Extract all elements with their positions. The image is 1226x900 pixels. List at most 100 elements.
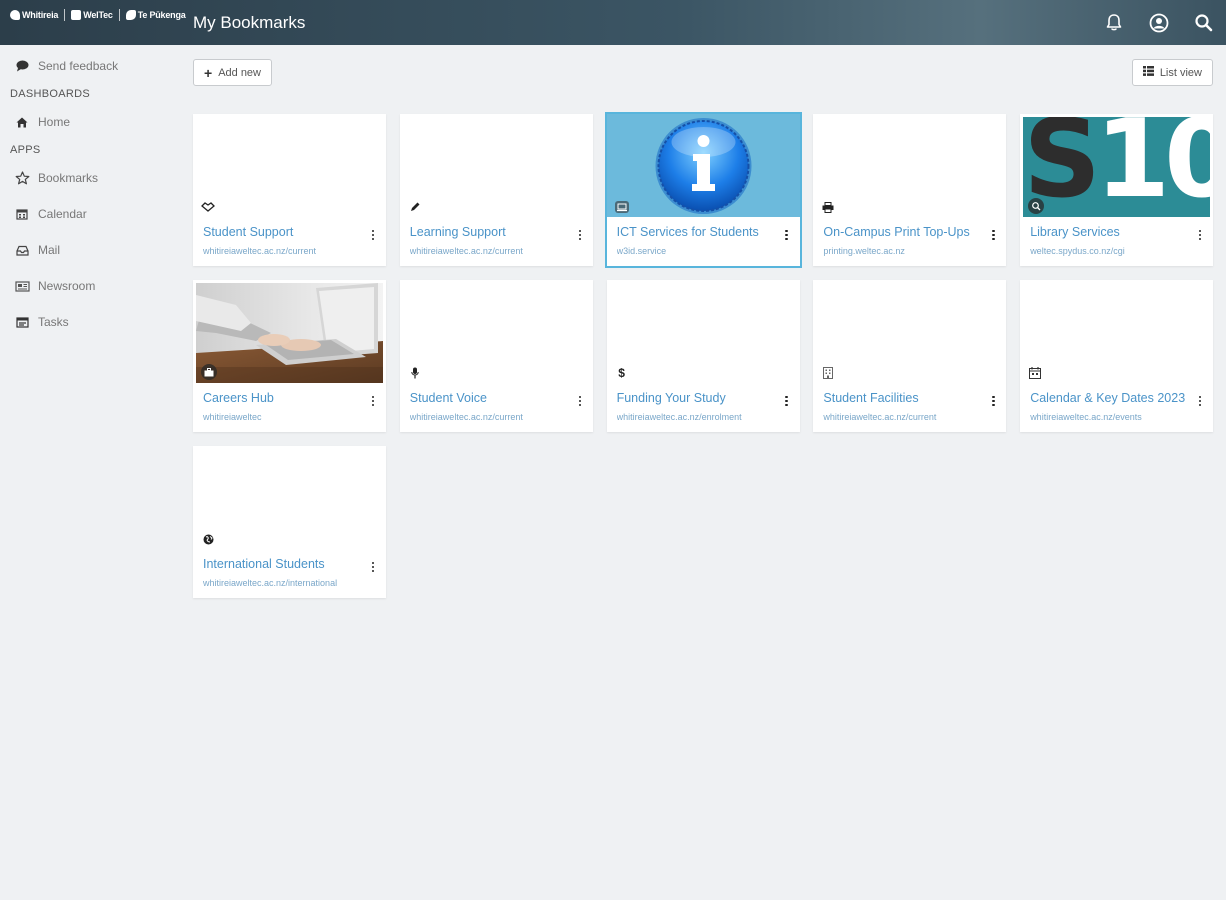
bookmark-card[interactable]: Learning Support whitireiaweltec.ac.nz/c… bbox=[399, 114, 593, 266]
bookmark-card[interactable]: Calendar & Key Dates 2023 whitireiawelte… bbox=[1020, 280, 1214, 432]
briefcase-icon bbox=[201, 364, 217, 380]
sidebar-item-newsroom[interactable]: Newsroom bbox=[0, 268, 180, 304]
more-options-icon[interactable] bbox=[990, 228, 996, 242]
more-options-icon[interactable] bbox=[370, 394, 376, 408]
list-view-button[interactable]: List view bbox=[1131, 59, 1213, 86]
weltec-logo: WelTec bbox=[71, 10, 113, 20]
bookmark-title[interactable]: Funding Your Study bbox=[617, 391, 777, 405]
home-label: Home bbox=[38, 115, 71, 129]
more-options-icon[interactable] bbox=[784, 394, 790, 408]
page-title: My Bookmarks bbox=[193, 13, 306, 32]
newspaper-icon bbox=[14, 279, 30, 293]
bookmark-title[interactable]: International Students bbox=[203, 557, 363, 571]
add-new-label: Add new bbox=[218, 66, 261, 79]
more-options-icon[interactable] bbox=[370, 560, 376, 574]
bookmark-title[interactable]: Student Support bbox=[203, 225, 363, 239]
sidebar-item-bookmarks[interactable]: Bookmarks bbox=[0, 160, 180, 196]
inbox-icon bbox=[14, 243, 30, 257]
sidebar-item-tasks[interactable]: Tasks bbox=[0, 304, 180, 340]
calendar-label: Calendar bbox=[38, 207, 87, 221]
sidebar-item-home[interactable]: Home bbox=[0, 104, 180, 140]
feedback-label: Send feedback bbox=[38, 59, 119, 73]
home-icon bbox=[14, 115, 30, 129]
calendar-icon bbox=[14, 207, 30, 221]
tasks-label: Tasks bbox=[38, 315, 69, 329]
more-options-icon[interactable] bbox=[370, 228, 376, 242]
bookmark-title[interactable]: ICT Services for Students bbox=[617, 225, 777, 239]
more-options-icon[interactable] bbox=[784, 228, 790, 242]
bookmark-card[interactable]: On-Campus Print Top-Ups printing.weltec.… bbox=[813, 114, 1007, 266]
dollar-icon: $ bbox=[618, 366, 625, 380]
bookmark-title[interactable]: On-Campus Print Top-Ups bbox=[823, 225, 983, 239]
bookmark-url: w3id.service bbox=[616, 246, 667, 256]
more-options-icon[interactable] bbox=[1197, 228, 1203, 242]
search-icon[interactable] bbox=[1193, 12, 1214, 33]
bookmark-url: whitireiaweltec.ac.nz/current bbox=[409, 412, 523, 422]
bookmark-title[interactable]: Learning Support bbox=[410, 225, 570, 239]
sidebar: Send feedback DASHBOARDS Home APPS Bookm… bbox=[0, 45, 180, 900]
laptop-icon bbox=[614, 200, 629, 214]
bookmark-url: whitireiaweltec.ac.nz/current bbox=[203, 246, 317, 256]
apps-heading: APPS bbox=[10, 144, 41, 156]
tasks-icon bbox=[14, 315, 30, 329]
speech-bubble-icon bbox=[14, 59, 30, 73]
bookmark-title[interactable]: Student Voice bbox=[410, 391, 570, 405]
library-logo-text: S10 bbox=[1023, 117, 1210, 217]
more-options-icon[interactable] bbox=[577, 394, 583, 408]
list-view-label: List view bbox=[1159, 66, 1202, 79]
microphone-icon bbox=[408, 366, 422, 380]
bookmark-url: whitireiaweltec.ac.nz/events bbox=[1030, 412, 1142, 422]
info-thumbnail bbox=[606, 114, 800, 217]
bell-icon[interactable] bbox=[1103, 12, 1124, 33]
bookmark-url: whitireiaweltec.ac.nz/enrolment bbox=[616, 412, 742, 422]
newsroom-label: Newsroom bbox=[38, 279, 96, 293]
toolbar: + Add new List view bbox=[180, 45, 1226, 101]
plus-icon: + bbox=[204, 64, 213, 81]
list-icon bbox=[1142, 66, 1154, 79]
bookmark-card[interactable]: International Students whitireiaweltec.a… bbox=[193, 446, 386, 598]
top-bar: Whitireia WelTec Te Pūkenga My Bookmarks bbox=[0, 0, 1226, 45]
bookmark-card[interactable]: ICT Services for Students w3id.service bbox=[604, 112, 802, 268]
bookmark-card[interactable]: Student Support whitireiaweltec.ac.nz/cu… bbox=[193, 114, 386, 266]
logo-divider bbox=[118, 9, 120, 21]
logo-divider bbox=[64, 9, 66, 21]
printer-icon bbox=[821, 200, 835, 214]
bookmark-url: whitireiaweltec bbox=[203, 412, 262, 422]
bookmark-url: whitireiaweltec.ac.nz/current bbox=[409, 246, 523, 256]
bookmark-url: printing.weltec.ac.nz bbox=[823, 246, 905, 256]
mail-label: Mail bbox=[38, 243, 61, 257]
star-icon bbox=[14, 171, 30, 185]
calendar-icon bbox=[1028, 366, 1042, 380]
bookmark-url: whitireiaweltec.ac.nz/international bbox=[203, 578, 338, 588]
bookmark-card[interactable]: $ Funding Your Study whitireiaweltec.ac.… bbox=[606, 280, 800, 432]
bookmark-url: weltec.spydus.co.nz/cgi bbox=[1030, 246, 1125, 256]
laptop-photo-thumbnail bbox=[196, 283, 383, 383]
more-options-icon[interactable] bbox=[577, 228, 583, 242]
globe-icon bbox=[201, 532, 215, 546]
bookmark-card[interactable]: Student Voice whitireiaweltec.ac.nz/curr… bbox=[399, 280, 593, 432]
bookmark-card[interactable]: Careers Hub whitireiaweltec bbox=[193, 280, 386, 432]
user-circle-icon[interactable] bbox=[1148, 12, 1169, 33]
bookmark-grid: Student Support whitireiaweltec.ac.nz/cu… bbox=[193, 112, 1214, 598]
bookmark-title[interactable]: Student Facilities bbox=[823, 391, 983, 405]
pencil-icon bbox=[408, 200, 422, 214]
brand-logos[interactable]: Whitireia WelTec Te Pūkenga bbox=[10, 9, 186, 21]
bookmark-card[interactable]: S10 Library Services weltec.spydus.co.nz… bbox=[1020, 114, 1214, 266]
dashboards-heading: DASHBOARDS bbox=[10, 88, 91, 100]
sidebar-item-mail[interactable]: Mail bbox=[0, 232, 180, 268]
more-options-icon[interactable] bbox=[990, 394, 996, 408]
bookmark-card[interactable]: Student Facilities whitireiaweltec.ac.nz… bbox=[813, 280, 1007, 432]
bookmark-title[interactable]: Calendar & Key Dates 2023 bbox=[1030, 391, 1190, 405]
library-thumbnail: S10 bbox=[1023, 117, 1211, 217]
add-new-button[interactable]: + Add new bbox=[193, 59, 272, 86]
te-pukenga-logo: Te Pūkenga bbox=[125, 10, 186, 20]
send-feedback-link[interactable]: Send feedback bbox=[0, 48, 180, 84]
sidebar-item-calendar[interactable]: Calendar bbox=[0, 196, 180, 232]
heart-hands-icon bbox=[201, 200, 215, 214]
bookmark-title[interactable]: Library Services bbox=[1030, 225, 1190, 239]
whitireia-logo: Whitireia bbox=[10, 10, 58, 20]
bookmarks-label: Bookmarks bbox=[38, 171, 99, 185]
bookmark-title[interactable]: Careers Hub bbox=[203, 391, 363, 405]
building-icon bbox=[821, 366, 835, 380]
more-options-icon[interactable] bbox=[1197, 394, 1203, 408]
